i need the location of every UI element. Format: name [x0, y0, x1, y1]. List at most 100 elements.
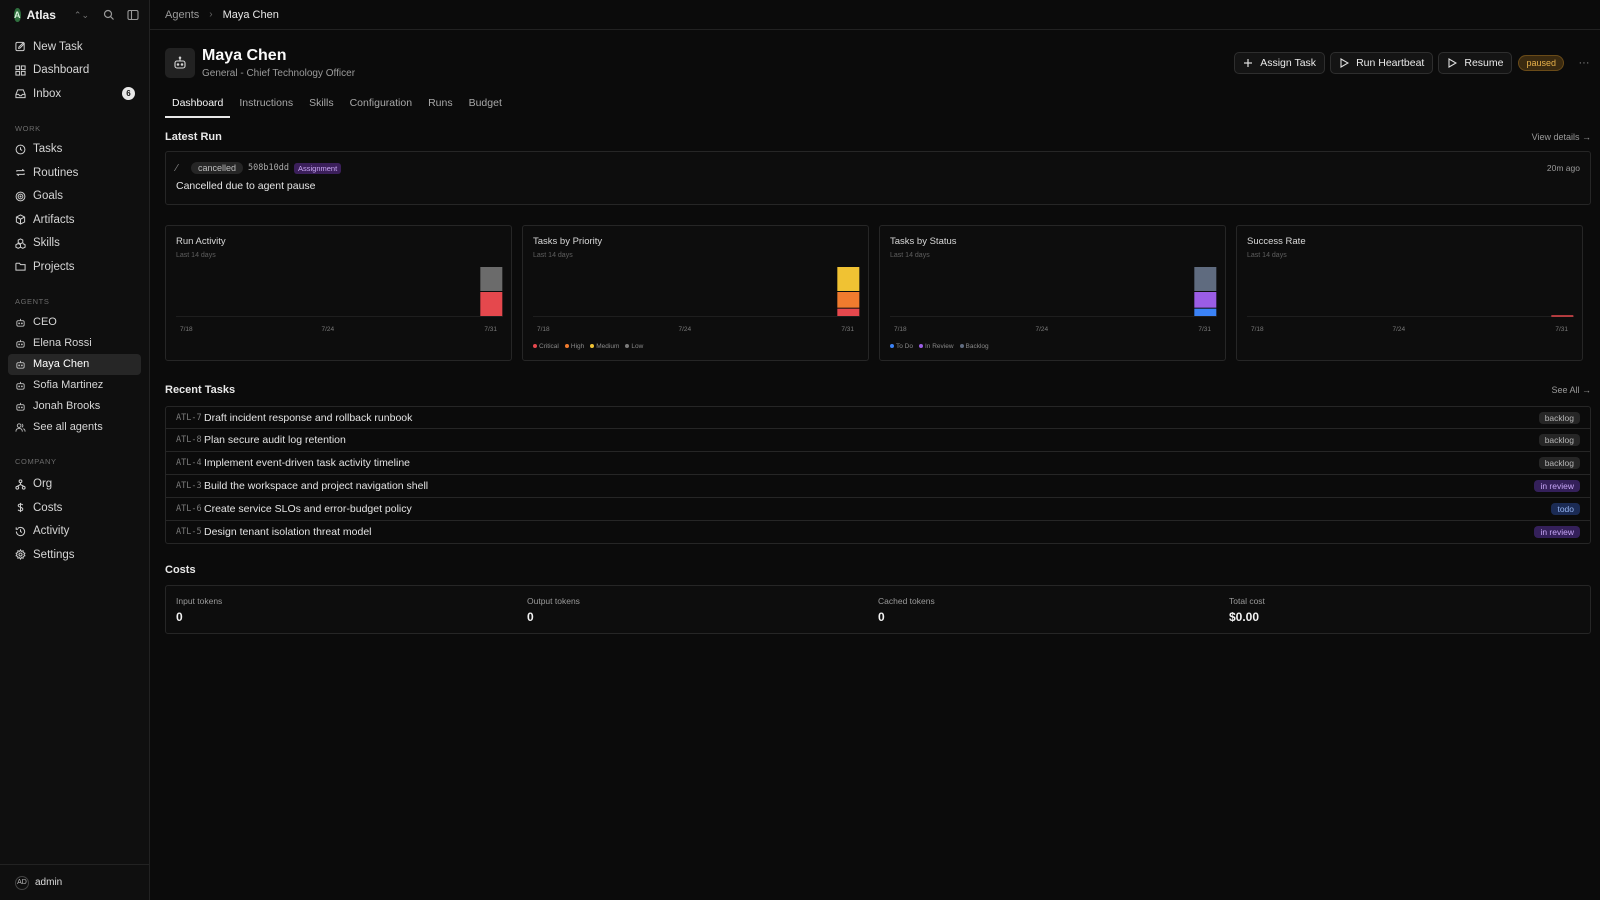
sidebar-item-label: Dashboard [33, 64, 90, 77]
sidebar-agent-jonah-brooks[interactable]: Jonah Brooks [8, 396, 141, 417]
chart-tick-label: 7/18 [180, 326, 193, 333]
task-row[interactable]: ATL-8 Plan secure audit log retention back… [165, 429, 1591, 452]
resume-button[interactable]: Resume [1438, 52, 1513, 74]
breadcrumb-agents[interactable]: Agents [165, 9, 199, 21]
chart-bar[interactable] [480, 292, 503, 316]
chart-tick-label: 7/18 [537, 326, 550, 333]
chart-bar[interactable] [837, 267, 860, 291]
cost-metric: Total cost $0.00 [1229, 596, 1580, 633]
search-icon[interactable] [103, 8, 115, 22]
sidebar-item-label: Jonah Brooks [33, 400, 101, 412]
sidebar-item-label: Routines [33, 166, 79, 179]
legend-item: Medium [590, 343, 619, 350]
sidebar-item-dashboard[interactable]: Dashboard [8, 59, 141, 83]
chart-tick-label: 7/24 [1392, 326, 1405, 333]
cost-label: Input tokens [176, 596, 223, 606]
play-icon [1448, 58, 1458, 68]
sidebar-toggle-icon[interactable] [127, 8, 139, 22]
task-id: ATL-3 [176, 481, 202, 491]
sidebar-item-goals[interactable]: Goals [8, 185, 141, 209]
workspace-switcher[interactable]: A Atlas ⌃⌄ [0, 0, 149, 30]
bot-icon [16, 381, 25, 390]
task-list: ATL-7 Draft incident response and rollbac… [165, 406, 1591, 544]
chart-tick-label: 7/18 [1251, 326, 1264, 333]
bot-icon [174, 56, 186, 69]
sidebar-item-settings[interactable]: Settings [8, 543, 141, 567]
button-label: Assign Task [1260, 57, 1317, 69]
sidebar-item-label: Artifacts [33, 213, 75, 226]
chart-bar[interactable] [480, 267, 503, 291]
chart-grid: Run Activity Last 14 days 7/18 7/24 7/31 Task… [165, 225, 1591, 361]
chart-bar[interactable] [1194, 308, 1217, 316]
sidebar-item-costs[interactable]: Costs [8, 496, 141, 520]
tab-skills[interactable]: Skills [302, 92, 341, 118]
legend-dot [918, 344, 923, 348]
more-options-icon[interactable]: ··· [1577, 57, 1591, 69]
legend-label: Backlog [965, 343, 989, 350]
chart-legend: Critical High Medium Low [533, 343, 643, 350]
pencil-icon: ⁄ [176, 162, 178, 174]
legend-dot [890, 344, 894, 348]
tab-runs[interactable]: Runs [421, 92, 460, 118]
circle-clock-icon [15, 144, 26, 155]
chart-title: Tasks by Status [890, 236, 957, 247]
task-row[interactable]: ATL-7 Draft incident response and rollbac… [165, 406, 1591, 429]
view-details-link[interactable]: View details → [1532, 132, 1591, 142]
task-row[interactable]: ATL-5 Design tenant isolation threat mode… [165, 521, 1591, 544]
chevron-updown-icon[interactable]: ⌃⌄ [74, 10, 89, 21]
sidebar-item-routines[interactable]: Routines [8, 161, 141, 185]
sidebar-item-inbox[interactable]: Inbox 6 [8, 82, 141, 106]
latest-run-title: Latest Run [165, 131, 222, 143]
cost-metric: Input tokens 0 [176, 596, 527, 633]
sidebar-item-label: See all agents [33, 421, 103, 433]
tab-budget[interactable]: Budget [462, 92, 509, 118]
sidebar-item-org[interactable]: Org [8, 473, 141, 497]
legend-item: In Review [918, 343, 954, 350]
breadcrumb: Agents › Maya Chen [150, 0, 1600, 30]
sidebar-item-artifacts[interactable]: Artifacts [8, 208, 141, 232]
legend-item: High [564, 343, 584, 350]
chart-bar[interactable] [1194, 267, 1217, 291]
sidebar-agent-elena-rossi[interactable]: Elena Rossi [8, 333, 141, 354]
sidebar-item-new-task[interactable]: New Task [8, 35, 141, 59]
sidebar-item-tasks[interactable]: Tasks [8, 138, 141, 162]
assign-task-button[interactable]: Assign Task [1234, 52, 1326, 74]
sidebar-item-label: New Task [33, 40, 83, 53]
task-id: ATL-4 [176, 458, 202, 468]
sidebar-see-all-agents[interactable]: See all agents [8, 417, 141, 438]
latest-run-card[interactable]: ⁄ cancelled 508b10dd Assignment 20m ago … [165, 151, 1591, 205]
sidebar-item-projects[interactable]: Projects [8, 255, 141, 279]
users-icon [15, 422, 26, 432]
agent-role: General - Chief Technology Officer [202, 68, 356, 79]
chevron-right-icon: › [209, 9, 213, 20]
run-id: 508b10dd [248, 163, 289, 173]
legend-label: Critical [539, 343, 559, 350]
sidebar-agent-maya-chen[interactable]: Maya Chen [8, 353, 141, 375]
legend-label: To Do [896, 343, 913, 350]
repeat-icon [16, 169, 25, 177]
sidebar-agent-ceo[interactable]: CEO [8, 312, 141, 333]
chart-card: Tasks by Status Last 14 days 7/18 7/24 7/31 T… [879, 225, 1226, 361]
sidebar-item-activity[interactable]: Activity [8, 520, 141, 544]
task-row[interactable]: ATL-6 Create service SLOs and error-budge… [165, 498, 1591, 521]
tab-configuration[interactable]: Configuration [343, 92, 419, 118]
chart-bar[interactable] [1194, 292, 1217, 308]
chart-bar[interactable] [837, 292, 860, 308]
status-badge: in review [1534, 480, 1580, 492]
run-heartbeat-button[interactable]: Run Heartbeat [1330, 52, 1434, 74]
task-row[interactable]: ATL-3 Build the workspace and project nav… [165, 475, 1591, 498]
folder-icon [15, 263, 26, 271]
tab-instructions[interactable]: Instructions [232, 92, 300, 118]
tab-dashboard[interactable]: Dashboard [165, 92, 231, 118]
task-row[interactable]: ATL-4 Implement event-driven task activit… [165, 452, 1591, 475]
see-all-link[interactable]: See All → [1551, 385, 1591, 395]
sidebar-agent-sofia-martinez[interactable]: Sofia Martinez [8, 375, 141, 396]
chart-bar[interactable] [837, 308, 860, 316]
sidebar-item-skills[interactable]: Skills [8, 232, 141, 256]
legend-dot [590, 344, 595, 348]
chart-tick-label: 7/31 [484, 326, 497, 333]
legend-label: Low [631, 343, 644, 350]
user-menu[interactable]: AD admin [0, 864, 149, 900]
sidebar-item-label: Inbox [33, 87, 62, 100]
chart-legend: To Do In Review Backlog [890, 343, 989, 350]
